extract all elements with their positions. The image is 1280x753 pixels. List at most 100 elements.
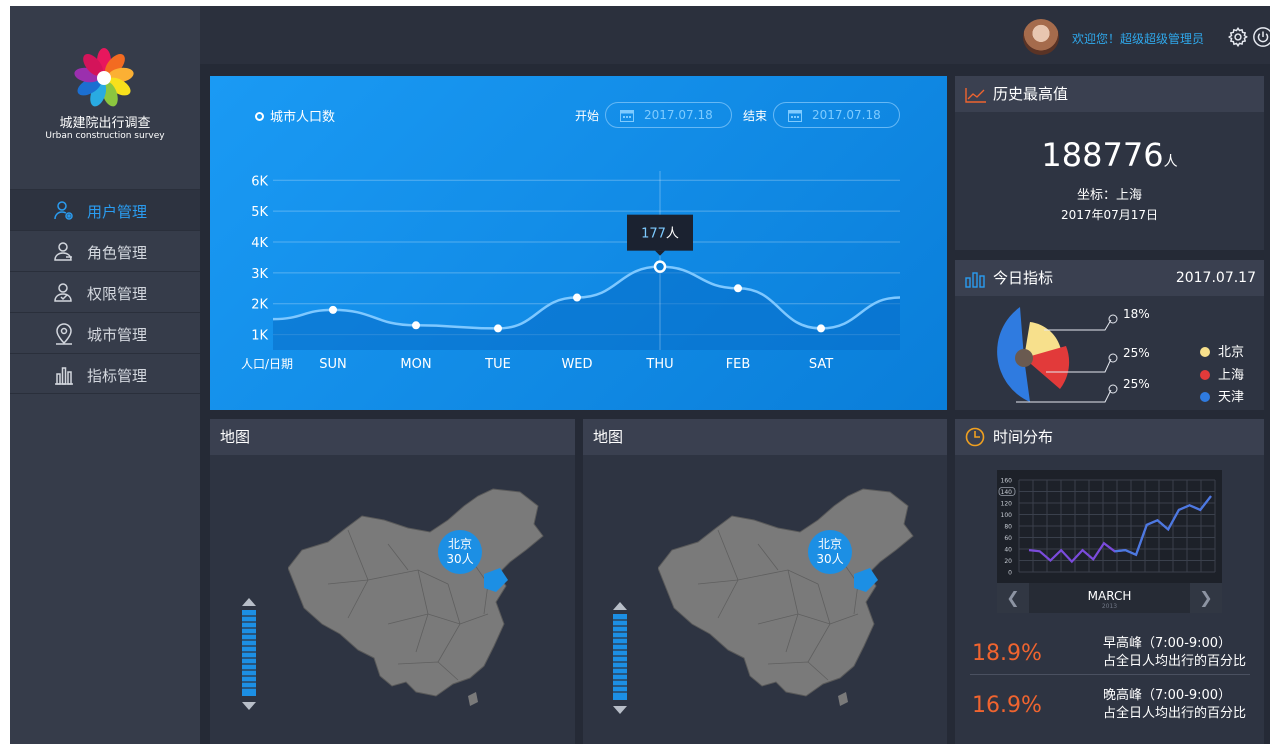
brand: 城建院出行调查 Urban construction survey xyxy=(10,6,200,189)
clock-icon xyxy=(965,427,985,447)
map-2-title: 地图 xyxy=(593,428,624,446)
bubble-value: 30人 xyxy=(816,552,844,566)
y-tick-label: 0 xyxy=(1008,570,1012,577)
history-title: 历史最高值 xyxy=(993,85,1069,103)
gear-icon[interactable] xyxy=(1227,26,1249,48)
pie-label-1: 18% xyxy=(1123,307,1150,321)
y-tick-label: 60 xyxy=(1004,535,1012,542)
legend-label: 北京 xyxy=(1218,345,1245,360)
morning-peak-title: 早高峰（7:00-9:00） xyxy=(1103,636,1232,651)
next-month-button[interactable]: ❯ xyxy=(1190,583,1222,613)
nav-item-role-management[interactable]: 角色管理 xyxy=(10,230,200,271)
bar-chart-icon xyxy=(55,367,73,385)
evening-peak-desc: 占全日人均出行的百分比 xyxy=(1103,706,1247,721)
history-coord: 坐标：上海 xyxy=(1076,188,1142,203)
y-tick-label: 80 xyxy=(1004,524,1012,531)
map-1-scale-bar[interactable] xyxy=(240,598,258,710)
map-2-scale-bar[interactable] xyxy=(611,602,629,714)
population-chart-panel: 1K 2K 3K 4K 5K 6K 177人 人口/日期 SUN MON TUE WED THU FEB S… xyxy=(210,76,947,410)
y-tick-label: 100 xyxy=(1001,512,1013,519)
dashboard-app: 城建院出行调查 Urban construction survey 用户管理 角… xyxy=(10,6,1270,744)
calendar-icon xyxy=(620,110,634,122)
history-body xyxy=(955,112,1264,250)
x-axis-label: 人口/日期 xyxy=(241,357,293,371)
data-point xyxy=(494,324,502,333)
pie-label-3: 25% xyxy=(1123,377,1150,391)
nav-label: 指标管理 xyxy=(87,367,148,385)
legend-label: 上海 xyxy=(1218,368,1245,383)
start-label: 开始 xyxy=(575,109,600,123)
evening-peak-title: 晚高峰（7:00-9:00） xyxy=(1103,688,1232,703)
power-icon[interactable] xyxy=(1252,26,1270,48)
map-2-header: 地图 xyxy=(583,419,947,455)
time-title: 时间分布 xyxy=(993,428,1054,446)
line-chart-icon xyxy=(965,88,986,103)
nav-item-city-management[interactable]: 城市管理 xyxy=(10,312,200,353)
avatar[interactable] xyxy=(1023,19,1059,55)
history-header: 历史最高值 xyxy=(955,76,1264,112)
x-tick-label: SAT xyxy=(809,357,833,372)
time-month-nav: ❮ MARCH 2013 ❯ xyxy=(997,583,1222,613)
data-point xyxy=(817,324,825,333)
y-tick-label: 160 xyxy=(1001,478,1013,485)
pie-legend-tianjin: 天津 xyxy=(1200,386,1244,405)
tooltip-pointer xyxy=(655,250,665,256)
brand-subtitle: Urban construction survey xyxy=(45,131,165,141)
start-date-input[interactable]: 2017.07.18 xyxy=(605,102,732,128)
calendar-icon xyxy=(788,110,802,122)
user-gear-icon xyxy=(54,201,73,220)
year-label: 2013 xyxy=(1101,603,1118,610)
data-point xyxy=(329,305,337,314)
nav-item-metric-management[interactable]: 指标管理 xyxy=(10,353,200,394)
pie-callout-line xyxy=(1044,319,1112,331)
history-value: 188776人 xyxy=(955,136,1264,174)
nav-label: 用户管理 xyxy=(87,203,148,221)
china-map-2[interactable] xyxy=(658,484,920,710)
nav-item-permission-management[interactable]: 权限管理 xyxy=(10,271,200,312)
history-date: 2017年07月17日 xyxy=(1060,208,1159,222)
legend-swatch xyxy=(1200,346,1210,357)
pie-callout-marker xyxy=(1108,353,1118,363)
nav-item-user-management[interactable]: 用户管理 xyxy=(10,189,200,230)
today-title: 今日指标 xyxy=(993,269,1054,287)
legend-dot-icon xyxy=(255,112,264,121)
y-tick-label: 1K xyxy=(251,329,268,344)
today-pie-chart xyxy=(997,307,1118,403)
y-tick-label: 2K xyxy=(251,298,268,313)
china-map-1[interactable] xyxy=(288,484,550,710)
prev-month-button[interactable]: ❮ xyxy=(997,583,1029,613)
sidebar: 城建院出行调查 Urban construction survey 用户管理 角… xyxy=(10,6,200,744)
pie-label-2: 25% xyxy=(1123,346,1150,360)
y-tick-label: 140 xyxy=(1001,489,1013,496)
end-date-value: 2017.07.18 xyxy=(812,108,881,122)
highlight-point xyxy=(653,260,667,273)
brand-title: 城建院出行调查 xyxy=(59,116,151,131)
end-date-input[interactable]: 2017.07.18 xyxy=(773,102,900,128)
flower-logo xyxy=(74,48,134,107)
legend-swatch xyxy=(1200,369,1210,380)
x-tick-label: SUN xyxy=(319,357,347,372)
x-tick-label: WED xyxy=(561,357,592,372)
y-tick-label: 6K xyxy=(251,174,268,189)
nav-label: 角色管理 xyxy=(87,244,148,262)
y-tick-label: 5K xyxy=(251,205,268,220)
nav-label: 城市管理 xyxy=(87,326,148,344)
stat-divider xyxy=(970,674,1250,675)
today-header: 今日指标 2017.07.17 xyxy=(955,260,1264,296)
chart-legend: 城市人口数 xyxy=(255,106,335,125)
morning-peak-pct: 18.9% xyxy=(972,641,1042,666)
morning-peak-desc: 占全日人均出行的百分比 xyxy=(1103,654,1247,669)
y-tick-label: 120 xyxy=(1001,501,1013,508)
x-tick-label: FEB xyxy=(726,357,751,372)
map-2-bubble[interactable]: 北京 30人 xyxy=(808,530,852,574)
legend-label: 天津 xyxy=(1218,390,1245,405)
data-point xyxy=(412,321,420,330)
pie-legend-beijing: 北京 xyxy=(1200,341,1244,360)
y-tick-label: 3K xyxy=(251,267,268,282)
time-header: 时间分布 xyxy=(955,419,1264,455)
evening-peak-pct: 16.9% xyxy=(972,693,1042,718)
map-1-title: 地图 xyxy=(220,428,251,446)
bubble-value: 30人 xyxy=(446,552,474,566)
bubble-city: 北京 xyxy=(817,537,842,551)
map-1-bubble[interactable]: 北京 30人 xyxy=(438,530,482,574)
